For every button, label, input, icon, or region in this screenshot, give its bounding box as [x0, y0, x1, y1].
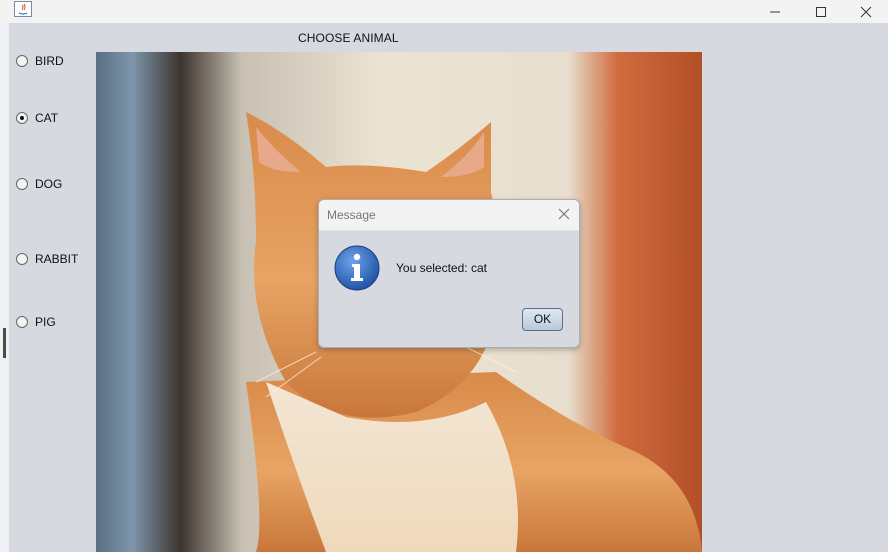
close-button[interactable] — [843, 0, 888, 23]
ok-button[interactable]: OK — [522, 308, 563, 331]
window-left-edge — [0, 23, 9, 552]
page-heading: CHOOSE ANIMAL — [298, 31, 399, 45]
minimize-button[interactable] — [752, 0, 798, 23]
radio-circle[interactable] — [16, 253, 28, 265]
close-icon — [860, 6, 872, 18]
dialog-message: You selected: cat — [396, 261, 487, 275]
maximize-button[interactable] — [798, 0, 844, 23]
radio-circle[interactable] — [16, 112, 28, 124]
radio-label: CAT — [35, 111, 59, 125]
dialog-title-bar: Message — [319, 200, 579, 231]
radio-pig[interactable]: PIG — [16, 314, 56, 330]
close-icon[interactable] — [557, 207, 571, 221]
radio-circle[interactable] — [16, 316, 28, 328]
dialog-title: Message — [327, 208, 376, 222]
radio-bird[interactable]: BIRD — [16, 53, 64, 69]
radio-label: BIRD — [35, 54, 64, 68]
radio-label: DOG — [35, 177, 63, 191]
radio-label: RABBIT — [35, 252, 79, 266]
radio-rabbit[interactable]: RABBIT — [16, 251, 78, 267]
title-bar — [0, 0, 888, 23]
maximize-icon — [816, 7, 826, 17]
radio-label: PIG — [35, 315, 56, 329]
edge-marker — [3, 328, 6, 358]
minimize-icon — [770, 11, 780, 13]
message-dialog: Message You selected: cat OK — [318, 199, 580, 348]
info-icon — [334, 245, 380, 291]
java-icon — [14, 1, 32, 17]
radio-circle[interactable] — [16, 178, 28, 190]
radio-circle[interactable] — [16, 55, 28, 67]
radio-dog[interactable]: DOG — [16, 176, 62, 192]
radio-cat[interactable]: CAT — [16, 110, 58, 126]
